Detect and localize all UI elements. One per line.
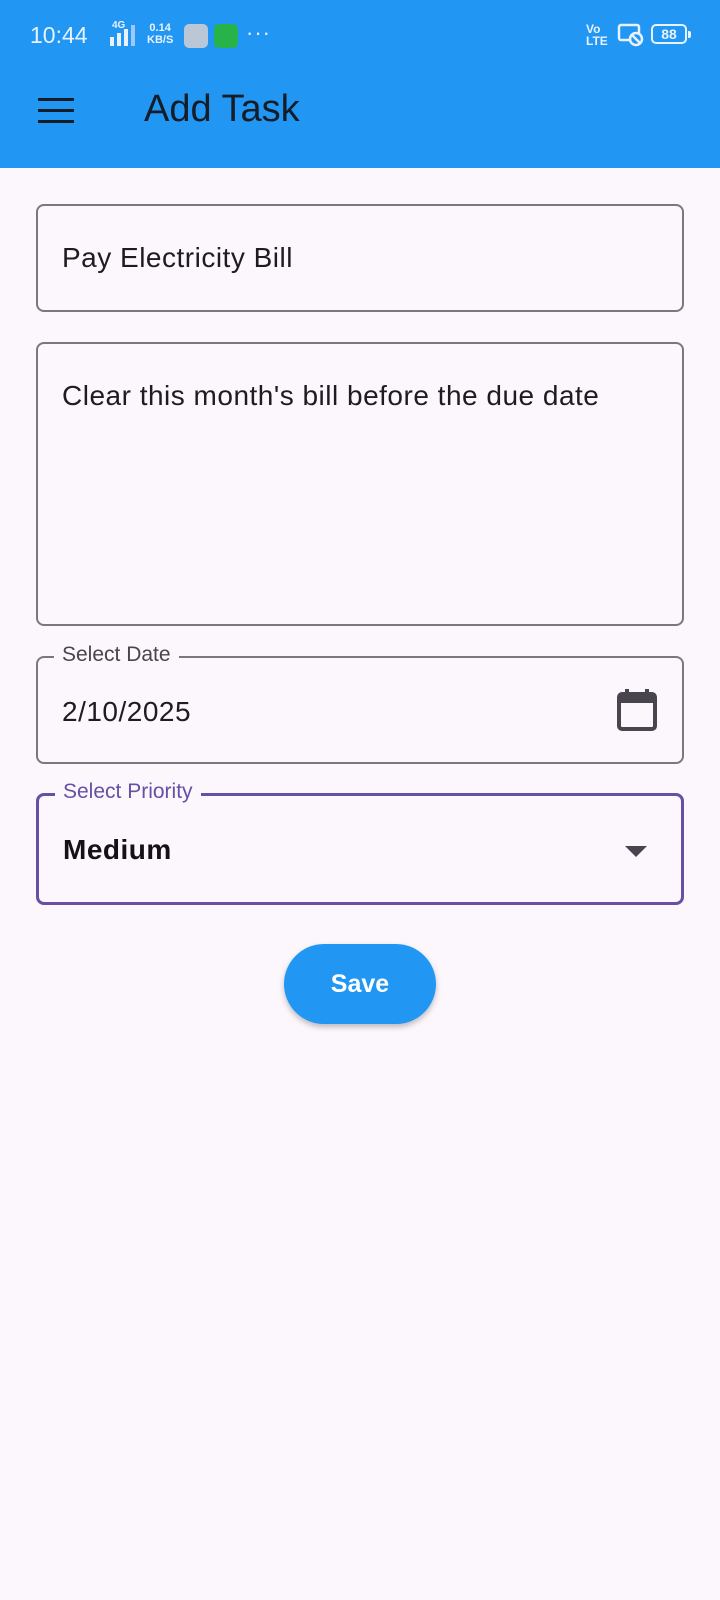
priority-dropdown[interactable]: Select Priority Medium xyxy=(36,780,684,905)
task-description-value: Clear this month's bill before the due d… xyxy=(62,380,600,411)
status-time: 10:44 xyxy=(30,22,88,48)
cast-blocked-icon xyxy=(617,23,644,47)
dropdown-arrow-icon[interactable] xyxy=(625,846,647,857)
network-type: 4G xyxy=(112,20,126,31)
priority-value: Medium xyxy=(63,834,172,865)
task-title-value: Pay Electricity Bill xyxy=(62,242,293,273)
date-value: 2/10/2025 xyxy=(62,696,192,727)
hamburger-menu-icon[interactable] xyxy=(38,98,74,126)
date-field-label: Select Date xyxy=(54,643,179,667)
battery-icon: 88 xyxy=(651,24,691,44)
task-title-field[interactable]: Pay Electricity Bill xyxy=(36,204,684,312)
task-description-field[interactable]: Clear this month's bill before the due d… xyxy=(36,342,684,626)
more-notifications-icon: ··· xyxy=(246,20,271,45)
calendar-icon[interactable] xyxy=(616,688,658,732)
network-speed-unit: KB/S xyxy=(147,34,174,46)
status-bar: 10:44 4G 0.14 KB/S ··· Vo LTE 88 xyxy=(0,0,720,70)
network-speed-value: 0.14 xyxy=(149,22,171,34)
page-title: Add Task xyxy=(144,88,300,130)
app-bar: 10:44 4G 0.14 KB/S ··· Vo LTE 88 Add Tas… xyxy=(0,0,720,168)
priority-field-label: Select Priority xyxy=(55,780,201,804)
save-button[interactable]: Save xyxy=(284,944,436,1024)
green-app-icon xyxy=(214,24,238,48)
layers-app-icon xyxy=(184,24,208,48)
volte-bottom: LTE xyxy=(586,34,608,48)
network-speed: 0.14 KB/S xyxy=(147,22,173,46)
volte-indicator: Vo LTE xyxy=(586,23,608,47)
date-field[interactable]: Select Date 2/10/2025 xyxy=(36,643,684,764)
